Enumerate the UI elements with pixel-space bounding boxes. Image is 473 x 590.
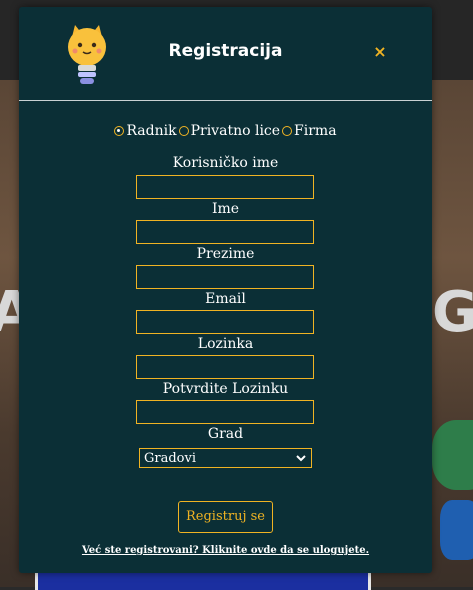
- hero-text-fragment-right: G: [432, 280, 473, 345]
- password-label: Lozinka: [197, 336, 254, 352]
- decorative-shape: [440, 500, 473, 560]
- login-link[interactable]: Već ste registrovani? Kliknite ovde da s…: [19, 545, 432, 556]
- last-name-input[interactable]: [136, 265, 314, 289]
- username-label: Korisničko ime: [172, 155, 279, 171]
- city-select[interactable]: Gradovi: [139, 448, 312, 468]
- radio-radnik[interactable]: Radnik: [114, 123, 177, 139]
- first-name-input[interactable]: [136, 220, 314, 244]
- radio-label: Firma: [294, 123, 337, 139]
- radio-unchecked-icon[interactable]: [282, 126, 293, 136]
- radio-checked-icon[interactable]: [114, 126, 125, 136]
- username-input[interactable]: [136, 175, 314, 199]
- modal-header: Registracija ×: [19, 7, 432, 101]
- first-name-label: Ime: [211, 201, 240, 217]
- city-label: Grad: [207, 426, 244, 442]
- chevron-down-icon: [296, 455, 306, 462]
- radio-label: Privatno lice: [190, 123, 281, 139]
- confirm-password-input[interactable]: [136, 400, 314, 424]
- radio-firma[interactable]: Firma: [282, 123, 337, 139]
- password-input[interactable]: [136, 355, 314, 379]
- email-label: Email: [205, 291, 246, 307]
- email-input[interactable]: [136, 310, 314, 334]
- confirm-password-label: Potvrdite Lozinku: [162, 381, 289, 397]
- register-button[interactable]: Registruj se: [178, 501, 273, 533]
- close-icon[interactable]: ×: [371, 43, 389, 61]
- registration-modal: Registracija × Radnik Privatno lice Firm…: [19, 7, 432, 573]
- radio-unchecked-icon[interactable]: [178, 126, 189, 136]
- last-name-label: Prezime: [196, 246, 255, 262]
- decorative-shape: [432, 420, 473, 490]
- radio-privatno-lice[interactable]: Privatno lice: [178, 123, 281, 139]
- radio-label: Radnik: [126, 123, 177, 139]
- city-select-value: Gradovi: [144, 450, 196, 466]
- account-type-group: Radnik Privatno lice Firma: [19, 123, 432, 139]
